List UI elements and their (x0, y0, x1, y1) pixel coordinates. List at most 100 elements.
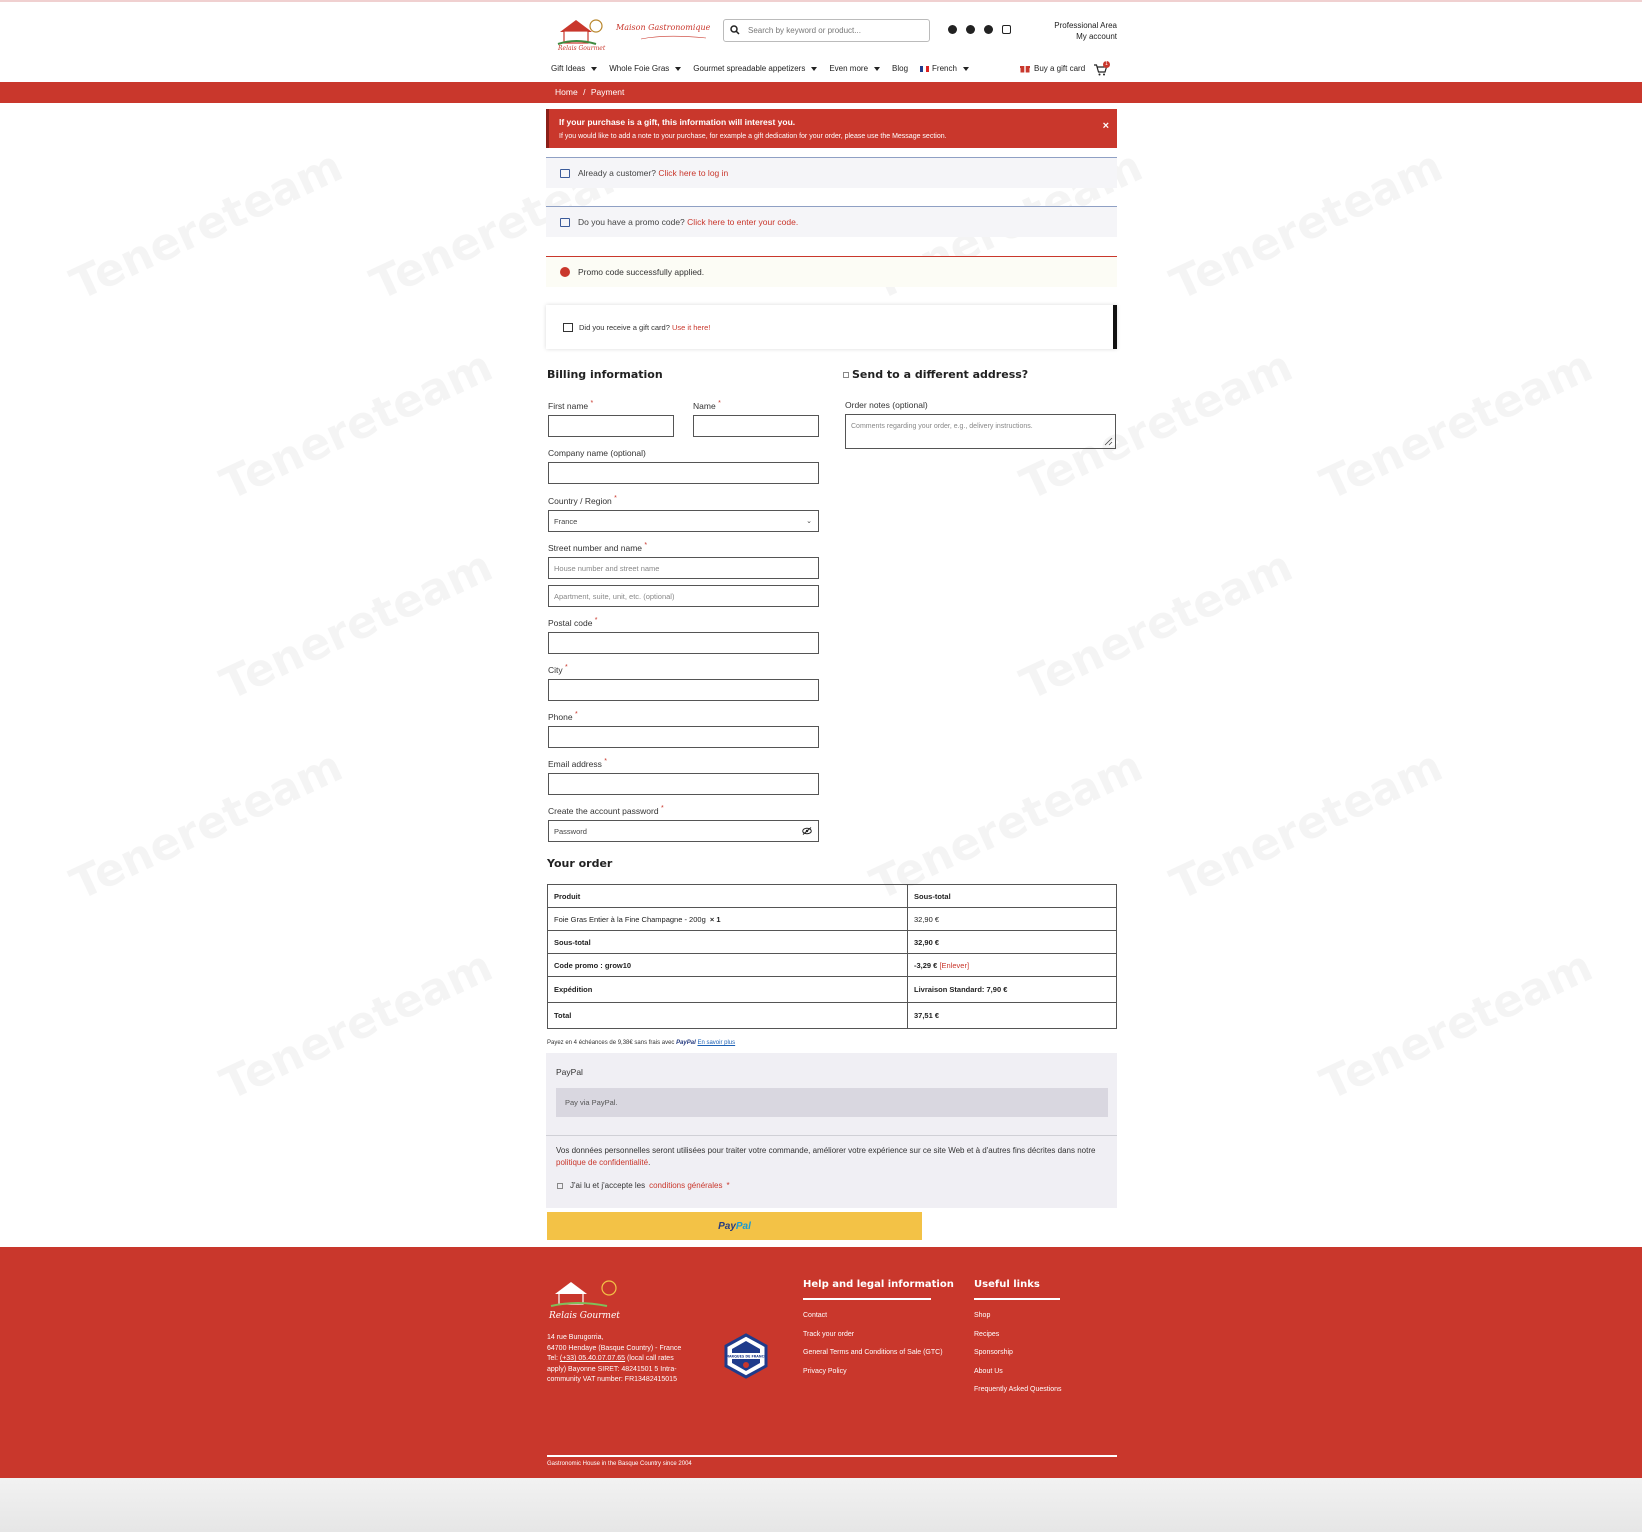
phone-link[interactable]: (+33) 05.40.07.07.65 (560, 1355, 625, 1362)
caret-down-icon (675, 66, 682, 71)
facebook-icon[interactable] (948, 25, 957, 34)
different-address-checkbox[interactable] (843, 371, 849, 378)
social-links (948, 25, 1011, 34)
login-notice-text: Already a customer? (578, 168, 656, 178)
watermark: Tenereteam (1313, 340, 1600, 510)
street2-input[interactable]: Apartment, suite, unit, etc. (optional) (548, 585, 819, 607)
footer-link-shop[interactable]: Shop (974, 1307, 1062, 1326)
twitter-icon[interactable] (966, 25, 975, 34)
info-icon (560, 168, 570, 178)
breadcrumb-home[interactable]: Home (555, 87, 578, 97)
order-table: Produit Sous-total Foie Gras Entier à la … (547, 884, 1117, 1029)
chevron-down-icon: ⌄ (806, 518, 812, 525)
learn-more-link[interactable]: En savoir plus (697, 1040, 735, 1046)
footer-link-track-order[interactable]: Track your order (803, 1326, 943, 1345)
login-notice: Already a customer? Click here to log in (546, 157, 1117, 188)
first-name-input[interactable] (548, 415, 674, 437)
french-flag-icon (920, 65, 930, 72)
breadcrumb: Home / Payment (555, 87, 624, 97)
search-input[interactable]: Search by keyword or product... (723, 19, 930, 42)
footer-link-contact[interactable]: Contact (803, 1307, 943, 1326)
footer-link-about[interactable]: About Us (974, 1363, 1062, 1382)
login-link[interactable]: Click here to log in (658, 168, 728, 178)
street-input[interactable]: House number and street name (548, 557, 819, 579)
promo-label: Code promo : grow10 (547, 953, 908, 977)
first-name-label: First name * (548, 400, 594, 411)
payment-method-description: Pay via PayPal. (556, 1088, 1108, 1117)
language-selector[interactable]: French (920, 64, 969, 73)
close-icon[interactable]: × (1103, 120, 1109, 132)
footer-link-sponsorship[interactable]: Sponsorship (974, 1344, 1062, 1363)
gift-card-use-link[interactable]: Use it here! (672, 323, 710, 332)
my-account-link[interactable]: My account (1054, 31, 1117, 42)
buy-gift-card-link[interactable]: Buy a gift card (1020, 64, 1085, 73)
divider (546, 1135, 1117, 1136)
company-input[interactable] (548, 462, 819, 484)
postal-input[interactable] (548, 632, 819, 654)
billing-title: Billing information (547, 368, 663, 381)
last-name-input[interactable] (693, 415, 819, 437)
account-links: Professional Area My account (1054, 20, 1117, 42)
city-input[interactable] (548, 679, 819, 701)
country-label: Country / Region * (548, 495, 617, 506)
nav-gourmet-appetizers[interactable]: Gourmet spreadable appetizers (693, 64, 818, 73)
watermark: Tenereteam (1163, 740, 1450, 910)
page-bottom (0, 1478, 1642, 1532)
paypal-button[interactable]: Pay Pal (547, 1212, 922, 1240)
shipping-value: Livraison Standard: 7,90 € (907, 976, 1117, 1003)
footer-link-privacy[interactable]: Privacy Policy (803, 1363, 943, 1382)
promo-code-link[interactable]: Click here to enter your code. (687, 217, 798, 227)
phone-input[interactable] (548, 726, 819, 748)
order-notes-textarea[interactable]: Comments regarding your order, e.g., del… (845, 414, 1116, 449)
professional-area-link[interactable]: Professional Area (1054, 20, 1117, 31)
cart-count-badge: 1 (1103, 61, 1110, 68)
breadcrumb-separator: / (583, 87, 586, 97)
cart-button[interactable]: 1 (1094, 61, 1110, 78)
info-icon (560, 217, 570, 227)
password-input[interactable]: Password (548, 820, 819, 842)
brand-logo[interactable]: Relais Gourmet Maison Gastronomique (556, 12, 711, 52)
watermark: Tenereteam (213, 340, 500, 510)
pinterest-icon[interactable] (984, 25, 993, 34)
footer-link-faq[interactable]: Frequently Asked Questions (974, 1381, 1062, 1400)
gift-box-icon (563, 322, 573, 332)
nav-whole-foie-gras[interactable]: Whole Foie Gras (609, 64, 682, 73)
email-input[interactable] (548, 773, 819, 795)
svg-text:Relais Gourmet: Relais Gourmet (557, 45, 606, 52)
resize-handle-icon[interactable] (1104, 437, 1113, 446)
eye-slash-icon[interactable] (802, 827, 812, 835)
product-name: Foie Gras Entier à la Fine Champagne - 2… (547, 907, 908, 931)
search-icon (730, 25, 740, 35)
promo-notice-text: Do you have a promo code? (578, 217, 685, 227)
company-label: Company name (optional) (548, 448, 646, 458)
product-price: 32,90 € (907, 907, 1117, 931)
footer-link-recipes[interactable]: Recipes (974, 1326, 1062, 1345)
name-label: Name * (693, 400, 721, 411)
footer-logo[interactable]: Relais Gourmet (547, 1272, 622, 1322)
terms-link[interactable]: conditions générales (649, 1181, 722, 1190)
copyright: Gastronomic House in the Basque Country … (547, 1461, 692, 1467)
instagram-icon[interactable] (1002, 25, 1011, 34)
useful-title: Useful links (974, 1279, 1040, 1290)
nav-gift-ideas[interactable]: Gift Ideas (551, 64, 598, 73)
caret-down-icon (811, 66, 818, 71)
country-select[interactable]: France ⌄ (548, 510, 819, 532)
privacy-policy-link[interactable]: politique de confidentialité (556, 1158, 648, 1167)
check-circle-icon (560, 267, 570, 277)
total-value: 37,51 € (907, 1002, 1117, 1029)
nav-even-more[interactable]: Even more (829, 64, 881, 73)
payment-method-label[interactable]: PayPal (556, 1067, 583, 1077)
promo-success-notice: Promo code successfully applied. (546, 256, 1117, 287)
remove-promo-link[interactable]: [Enlever] (939, 961, 969, 970)
footer-link-gtc[interactable]: General Terms and Conditions of Sale (GT… (803, 1344, 943, 1363)
nav-blog[interactable]: Blog (892, 64, 908, 73)
total-label: Total (547, 1002, 908, 1029)
different-address-toggle[interactable]: Send to a different address? (843, 368, 1028, 381)
paypal-logo-small: PayPal (676, 1040, 696, 1046)
order-title: Your order (547, 857, 613, 870)
top-border (0, 0, 1642, 2)
terms-checkbox[interactable] (557, 1182, 563, 1189)
watermark: Tenereteam (213, 940, 500, 1110)
postal-label: Postal code * (548, 617, 598, 628)
gift-card-text: Did you receive a gift card? (579, 322, 670, 332)
